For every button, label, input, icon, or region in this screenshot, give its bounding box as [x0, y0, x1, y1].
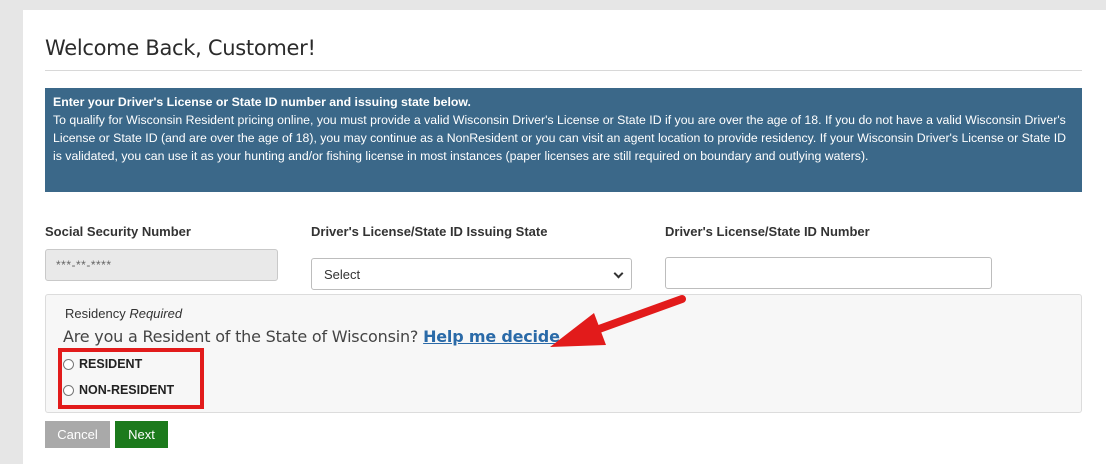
ssn-field: ***-**-**** — [45, 249, 278, 281]
issuing-state-value: Select — [324, 267, 361, 282]
ssn-label: Social Security Number — [45, 224, 191, 239]
help-me-decide-link[interactable]: Help me decide — [423, 327, 560, 346]
state-label: Driver's License/State ID Issuing State — [311, 224, 548, 239]
page-title: Welcome Back, Customer! — [45, 36, 316, 60]
residency-label-text: Residency — [65, 306, 126, 321]
issuing-state-select[interactable]: Select — [311, 258, 632, 290]
dl-number-input[interactable] — [665, 257, 992, 289]
dl-number-label: Driver's License/State ID Number — [665, 224, 870, 239]
annotation-highlight-box — [58, 348, 204, 409]
cancel-button[interactable]: Cancel — [45, 421, 110, 448]
page-panel: Welcome Back, Customer! Enter your Drive… — [23, 10, 1106, 464]
residency-question: Are you a Resident of the State of Wisco… — [63, 327, 560, 346]
next-button[interactable]: Next — [115, 421, 168, 448]
residency-label: Residency Required — [65, 306, 182, 321]
info-box: Enter your Driver's License or State ID … — [45, 88, 1082, 192]
annotation-arrow-icon — [550, 295, 686, 347]
residency-required: Required — [129, 306, 183, 321]
title-divider — [45, 70, 1082, 71]
info-heading: Enter your Driver's License or State ID … — [53, 95, 471, 109]
info-body: To qualify for Wisconsin Resident pricin… — [53, 113, 1067, 163]
residency-question-text: Are you a Resident of the State of Wisco… — [63, 327, 419, 346]
chevron-down-icon — [613, 268, 624, 279]
